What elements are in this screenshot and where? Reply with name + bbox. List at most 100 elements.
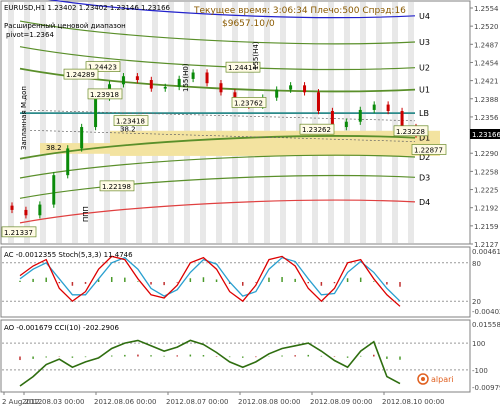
price-annotation: 1.22877 bbox=[414, 147, 443, 155]
time-axis: 2 Aug 20122012.08.03 00:00 2012.08.06 00:… bbox=[2, 392, 444, 406]
session-band bbox=[232, 2, 238, 243]
level-label: D3 bbox=[419, 173, 430, 182]
level-label: U3 bbox=[419, 38, 430, 47]
time-label: 2012.08.03 00:00 bbox=[22, 398, 84, 406]
indicator-name: Расширенный ценовой диапазон bbox=[4, 22, 126, 30]
rotated-note: Запланная М.доп bbox=[20, 86, 28, 150]
price-bar bbox=[94, 97, 98, 128]
time-label: 2012.08.07 00:00 bbox=[166, 398, 228, 406]
price-bar bbox=[358, 109, 362, 122]
price-bar bbox=[372, 104, 376, 110]
session-band bbox=[216, 2, 222, 243]
price-bar bbox=[275, 89, 279, 98]
price-bar bbox=[191, 72, 195, 79]
price-bar bbox=[344, 121, 348, 128]
price-annotation: 1.24289 bbox=[66, 71, 95, 79]
stoch-title: AC -0.0012355 Stoch(5,3,3) 11.4746 bbox=[4, 251, 133, 259]
price-bar bbox=[400, 111, 404, 128]
session-band bbox=[280, 2, 286, 243]
cci-tick-label: -0.00979 bbox=[472, 384, 500, 392]
price-bar bbox=[163, 86, 167, 89]
session-band bbox=[296, 2, 302, 243]
price-annotation: 1.23228 bbox=[396, 128, 425, 136]
price-bar bbox=[10, 205, 14, 210]
cci-axis: 0.015582 100 -100 -0.00979 bbox=[472, 321, 500, 392]
current-price-label: 1.23166 bbox=[472, 131, 500, 139]
price-tick-label: 1.2454 bbox=[474, 59, 499, 67]
cci-tick-label: 100 bbox=[472, 340, 485, 348]
price-tick-label: 1.2356 bbox=[474, 114, 499, 122]
session-band bbox=[248, 2, 254, 243]
fib-label: 38.2 bbox=[46, 144, 62, 152]
stoch-tick-label: 20 bbox=[472, 298, 481, 306]
stoch-tick-label: 0.004619 bbox=[472, 248, 500, 256]
watermark-label: alpari bbox=[431, 375, 454, 384]
session-band bbox=[408, 2, 414, 243]
chart-symbol: EURUSD,H1 1.23402 1.23402 1.23146 1.2316… bbox=[4, 4, 171, 12]
price-bar bbox=[303, 85, 307, 93]
session-band bbox=[72, 2, 78, 243]
price-bar bbox=[135, 76, 139, 80]
cci-tick-label: -100 bbox=[472, 367, 488, 375]
price-bar bbox=[149, 79, 153, 89]
price-axis: 1.2554 1.2520 1.2487 1.2454 1.2421 1.2388 1.23… bbox=[470, 5, 500, 249]
session-band bbox=[104, 2, 110, 243]
level-label: D4 bbox=[419, 198, 430, 207]
price-tick-label: 1.2225 bbox=[474, 187, 499, 195]
level-label: U4 bbox=[419, 12, 430, 21]
time-label: 2012.08.09 00:00 bbox=[310, 398, 372, 406]
balance: $9657.10 bbox=[222, 19, 265, 29]
session-band bbox=[376, 2, 382, 243]
session-band bbox=[392, 2, 398, 243]
price-tick-label: 1.2159 bbox=[474, 223, 499, 231]
price-annotation: 1.21337 bbox=[4, 229, 33, 237]
level-label: U1 bbox=[419, 86, 430, 95]
price-tick-label: 1.2258 bbox=[474, 168, 499, 176]
price-bar bbox=[316, 92, 320, 112]
stoch-axis: 0.004619 80 20 -0.004022 bbox=[472, 248, 500, 316]
price-annotation: 1.23918 bbox=[90, 91, 119, 99]
rotated-note: 155(H0) bbox=[182, 63, 190, 92]
price-bar bbox=[219, 83, 223, 93]
level-label: U2 bbox=[419, 64, 430, 73]
price-bar bbox=[52, 175, 56, 205]
price-bar bbox=[386, 104, 390, 112]
cci-title: AO -0.001679 CCI(10) -202.2906 bbox=[4, 324, 119, 332]
fib-label: 38.2 bbox=[120, 125, 136, 133]
price-bar bbox=[205, 72, 209, 84]
price-tick-label: 1.2290 bbox=[474, 150, 499, 158]
session-band bbox=[312, 2, 318, 243]
chart-root: U4U3U2U1LBD1D2D3D4 1.244231.242891.24414… bbox=[0, 0, 500, 406]
session-band bbox=[184, 2, 190, 243]
cci-tick-label: 0.015582 bbox=[472, 321, 500, 329]
rotated-note: 155(H4) bbox=[252, 41, 260, 70]
pivot-label: pivot=1.2364 bbox=[6, 31, 54, 39]
price-tick-label: 1.2192 bbox=[474, 205, 499, 213]
session-band bbox=[264, 2, 270, 243]
price-bar bbox=[121, 76, 125, 85]
price-tick-label: 1.2388 bbox=[474, 96, 499, 104]
rotated-note: ППП bbox=[82, 206, 90, 222]
price-tick-label: 1.2520 bbox=[474, 23, 499, 31]
price-bar bbox=[80, 127, 84, 149]
price-bar bbox=[289, 85, 293, 90]
time-label: 2012.08.08 00:00 bbox=[238, 398, 300, 406]
session-band bbox=[360, 2, 366, 243]
price-annotation: 1.22198 bbox=[102, 183, 131, 191]
session-band bbox=[56, 2, 62, 243]
price-annotation: 1.23262 bbox=[302, 126, 331, 134]
price-tick-label: 1.2421 bbox=[474, 78, 499, 86]
time-text: Текущее время: 3:06:34 Плечо:500 Спрэд:1… bbox=[193, 6, 406, 16]
price-bar bbox=[66, 148, 70, 176]
time-label: 2012.08.06 00:00 bbox=[94, 398, 156, 406]
stoch-tick-label: -0.004022 bbox=[472, 308, 500, 316]
price-tick-label: 1.2554 bbox=[474, 5, 499, 13]
time-label: 2012.08.10 00:00 bbox=[382, 398, 444, 406]
balance-suffix: /0 bbox=[266, 19, 275, 29]
price-bar bbox=[38, 204, 42, 216]
price-bar bbox=[177, 78, 181, 87]
level-label: LB bbox=[419, 109, 429, 118]
session-band bbox=[200, 2, 206, 243]
price-bar bbox=[24, 209, 28, 216]
stoch-tick-label: 80 bbox=[472, 260, 481, 268]
